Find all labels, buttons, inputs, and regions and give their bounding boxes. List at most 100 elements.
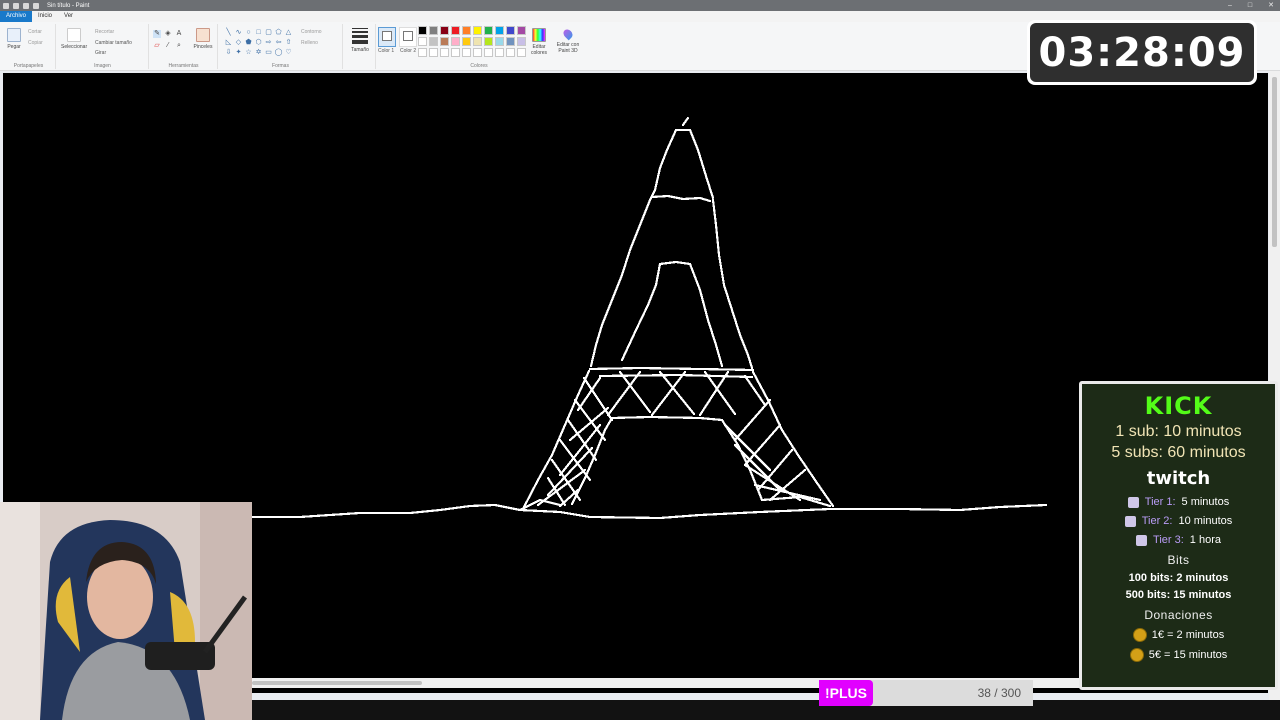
tier-1-value: 5 minutos	[1181, 496, 1230, 508]
close-button[interactable]: ✕	[1268, 0, 1274, 11]
palette-swatch[interactable]	[429, 37, 438, 46]
crop-button[interactable]: Recortar	[95, 29, 114, 35]
star6-shape-icon[interactable]: ✡	[254, 48, 263, 57]
bits-rate-500: 500 bits: 15 minutos	[1125, 589, 1232, 601]
palette-swatch[interactable]	[517, 26, 526, 35]
webcam-overlay	[0, 502, 252, 720]
palette-swatch[interactable]	[473, 37, 482, 46]
palette-swatch[interactable]	[418, 26, 427, 35]
palette-swatch[interactable]	[506, 26, 515, 35]
group-imagen: Seleccionar Recortar Cambiar tamaño Gira…	[57, 24, 149, 69]
palette-swatch[interactable]	[429, 26, 438, 35]
palette-swatch[interactable]	[484, 37, 493, 46]
palette-swatch[interactable]	[462, 26, 471, 35]
curve-shape-icon[interactable]: ∿	[234, 28, 243, 37]
resize-button[interactable]: Cambiar tamaño	[95, 40, 132, 46]
shapes-gallery[interactable]: ╲ ∿ ○ □ ▢ ⬠ △ ◺ ◇ ⬟ ⬡ ⇨ ⇦ ⇧ ⇩ ✦ ☆ ✡ ▭ ◯ …	[224, 28, 293, 57]
palette-swatch[interactable]	[517, 48, 526, 57]
fill-button[interactable]: Relleno	[301, 40, 318, 46]
rectangle-shape-icon[interactable]: □	[254, 28, 263, 37]
kick-rate-5: 5 subs: 60 minutos	[1111, 444, 1246, 461]
polygon-shape-icon[interactable]: ⬠	[274, 28, 283, 37]
right-triangle-shape-icon[interactable]: ◺	[224, 38, 233, 47]
diamond-shape-icon[interactable]: ◇	[234, 38, 243, 47]
horizontal-scroll-thumb[interactable]	[252, 681, 422, 685]
palette-swatch[interactable]	[495, 26, 504, 35]
tab-archivo[interactable]: Archivo	[0, 11, 33, 22]
paint3d-icon	[561, 27, 575, 41]
tier-1-name: Tier 1:	[1144, 496, 1176, 508]
twitch-icon	[1124, 515, 1136, 527]
palette-swatch[interactable]	[473, 26, 482, 35]
triangle-shape-icon[interactable]: △	[284, 28, 293, 37]
outline-button[interactable]: Contorno	[301, 29, 322, 35]
pencil-icon[interactable]: ✎	[153, 30, 161, 38]
palette-swatch[interactable]	[462, 37, 471, 46]
palette-swatch[interactable]	[484, 26, 493, 35]
tier-2-name: Tier 2:	[1141, 515, 1173, 527]
brushes-label: Pinceles	[193, 44, 213, 50]
palette-swatch[interactable]	[418, 48, 427, 57]
line-shape-icon[interactable]: ╲	[224, 28, 233, 37]
palette-swatch[interactable]	[473, 48, 482, 57]
color-palette[interactable]	[418, 26, 527, 58]
palette-swatch[interactable]	[451, 48, 460, 57]
palette-swatch[interactable]	[429, 48, 438, 57]
palette-swatch[interactable]	[451, 37, 460, 46]
paste-button[interactable]: Pegar	[6, 28, 22, 50]
palette-swatch[interactable]	[418, 37, 427, 46]
maximize-button[interactable]: □	[1248, 0, 1252, 11]
cut-button[interactable]: Cortar	[28, 29, 42, 35]
star4-shape-icon[interactable]: ✦	[234, 48, 243, 57]
copy-button[interactable]: Copiar	[28, 40, 43, 46]
palette-swatch[interactable]	[440, 48, 449, 57]
eraser-icon[interactable]: ▱	[153, 42, 161, 50]
color1-swatch	[382, 31, 392, 41]
magnifier-icon[interactable]: ⌕	[175, 42, 183, 50]
oval-shape-icon[interactable]: ○	[244, 28, 253, 37]
palette-swatch[interactable]	[462, 48, 471, 57]
brushes-button[interactable]: Pinceles	[192, 28, 214, 50]
palette-swatch[interactable]	[440, 26, 449, 35]
callout-oval-shape-icon[interactable]: ◯	[274, 48, 283, 57]
callout-rect-shape-icon[interactable]: ▭	[264, 48, 273, 57]
palette-swatch[interactable]	[440, 37, 449, 46]
group-size: Tamaño	[344, 24, 376, 69]
palette-swatch[interactable]	[484, 48, 493, 57]
palette-swatch[interactable]	[495, 48, 504, 57]
tab-inicio[interactable]: Inicio	[32, 11, 58, 22]
edit-colors-button[interactable]: Editar colores	[528, 28, 550, 56]
palette-swatch[interactable]	[506, 48, 515, 57]
arrow-up-shape-icon[interactable]: ⇧	[284, 38, 293, 47]
vertical-scroll-thumb[interactable]	[1272, 77, 1277, 247]
rounded-rect-shape-icon[interactable]: ▢	[264, 28, 273, 37]
arrow-left-shape-icon[interactable]: ⇦	[274, 38, 283, 47]
paint3d-button[interactable]: Editar con Paint 3D	[554, 27, 582, 54]
palette-swatch[interactable]	[517, 37, 526, 46]
hexagon-shape-icon[interactable]: ⬡	[254, 38, 263, 47]
tab-ver[interactable]: Ver	[58, 11, 79, 22]
status-bar	[252, 700, 1280, 720]
tier-3-value: 1 hora	[1189, 534, 1221, 546]
rotate-button[interactable]: Girar	[95, 50, 106, 56]
minimize-button[interactable]: –	[1228, 0, 1232, 11]
text-icon[interactable]: A	[175, 30, 183, 38]
select-button[interactable]: Seleccionar	[61, 28, 87, 50]
palette-swatch[interactable]	[506, 37, 515, 46]
redo-icon[interactable]	[33, 2, 39, 9]
heart-shape-icon[interactable]: ♡	[284, 48, 293, 57]
palette-swatch[interactable]	[451, 26, 460, 35]
color-picker-icon[interactable]: ⁄	[164, 42, 172, 50]
color2-button[interactable]	[399, 27, 417, 47]
undo-icon[interactable]	[23, 2, 29, 9]
donation-rate-5: 5€ = 15 minutos	[1148, 649, 1228, 661]
color1-button[interactable]	[378, 27, 396, 47]
star5-shape-icon[interactable]: ☆	[244, 48, 253, 57]
fill-icon[interactable]: ◈	[164, 30, 172, 38]
arrow-right-shape-icon[interactable]: ⇨	[264, 38, 273, 47]
pentagon-shape-icon[interactable]: ⬟	[244, 38, 253, 47]
palette-swatch[interactable]	[495, 37, 504, 46]
size-button[interactable]: Tamaño	[348, 28, 372, 53]
save-icon[interactable]	[13, 2, 19, 9]
arrow-down-shape-icon[interactable]: ⇩	[224, 48, 233, 57]
